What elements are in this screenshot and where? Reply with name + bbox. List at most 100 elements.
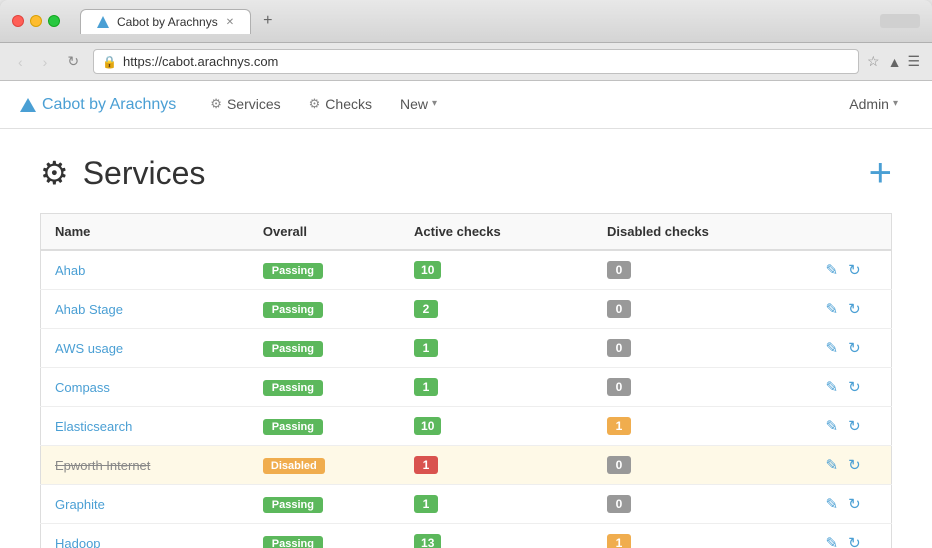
page-header: ⚙ Services + <box>40 153 892 193</box>
service-active-checks-cell: 1 <box>400 329 593 368</box>
edit-icon[interactable]: ✎ <box>826 417 839 435</box>
new-tab-button[interactable]: + <box>255 8 280 34</box>
disabled-checks-badge: 0 <box>607 456 631 474</box>
edit-icon[interactable]: ✎ <box>826 300 839 318</box>
nav-new[interactable]: New ▾ <box>386 82 451 128</box>
edit-icon[interactable]: ✎ <box>826 534 839 548</box>
service-link[interactable]: Graphite <box>55 497 105 512</box>
url-bar[interactable]: 🔒 https://cabot.arachnys.com <box>93 49 859 74</box>
edit-icon[interactable]: ✎ <box>826 456 839 474</box>
action-icons: ✎ ↻ <box>826 339 878 357</box>
edit-icon[interactable]: ✎ <box>826 339 839 357</box>
table-row: AhabPassing100 ✎ ↻ <box>41 250 892 290</box>
service-link[interactable]: Hadoop <box>55 536 101 548</box>
refresh-icon[interactable]: ↻ <box>848 378 861 396</box>
forward-button[interactable]: › <box>37 52 54 72</box>
app-content: Cabot by Arachnys ⚙ Services ⚙ Checks Ne… <box>0 81 932 548</box>
service-overall-cell: Passing <box>249 407 400 446</box>
table-row: Epworth InternetDisabled10 ✎ ↻ <box>41 446 892 485</box>
disabled-checks-badge: 0 <box>607 339 631 357</box>
tab-favicon <box>97 16 109 28</box>
service-name-cell: Compass <box>41 368 249 407</box>
service-disabled-checks-cell: 0 <box>593 290 812 329</box>
col-header-active-checks: Active checks <box>400 214 593 251</box>
service-disabled-checks-cell: 0 <box>593 446 812 485</box>
browser-nav-icons: ▲ ☰ <box>888 53 920 70</box>
service-link[interactable]: Compass <box>55 380 110 395</box>
bookmark-icon[interactable]: ☆ <box>867 53 880 70</box>
service-active-checks-cell: 1 <box>400 446 593 485</box>
service-overall-cell: Passing <box>249 368 400 407</box>
edit-icon[interactable]: ✎ <box>826 378 839 396</box>
admin-label: Admin <box>849 96 889 112</box>
refresh-button[interactable]: ↻ <box>61 51 85 72</box>
tab-bar: Cabot by Arachnys ✕ + <box>80 8 872 34</box>
active-checks-badge: 1 <box>414 339 438 357</box>
minimize-button[interactable] <box>30 15 42 27</box>
brand-triangle-icon <box>20 98 36 112</box>
service-actions-cell: ✎ ↻ <box>812 485 892 524</box>
back-button[interactable]: ‹ <box>12 52 29 72</box>
cabot-icon[interactable]: ▲ <box>888 54 902 70</box>
refresh-icon[interactable]: ↻ <box>848 495 861 513</box>
service-disabled-checks-cell: 0 <box>593 368 812 407</box>
window-controls <box>880 14 920 28</box>
edit-icon[interactable]: ✎ <box>826 261 839 279</box>
service-name-cell: Epworth Internet <box>41 446 249 485</box>
action-icons: ✎ ↻ <box>826 495 878 513</box>
admin-caret-icon: ▾ <box>893 98 898 109</box>
service-name-cell: Graphite <box>41 485 249 524</box>
service-link[interactable]: Ahab <box>55 263 85 278</box>
refresh-icon[interactable]: ↻ <box>848 417 861 435</box>
active-checks-badge: 1 <box>414 456 438 474</box>
service-link[interactable]: Elasticsearch <box>55 419 132 434</box>
maximize-button[interactable] <box>48 15 60 27</box>
service-active-checks-cell: 2 <box>400 290 593 329</box>
overall-badge: Passing <box>263 263 323 279</box>
page-title: Services <box>83 155 206 192</box>
service-active-checks-cell: 1 <box>400 368 593 407</box>
col-header-disabled-checks: Disabled checks <box>593 214 812 251</box>
service-name-cell: Elasticsearch <box>41 407 249 446</box>
action-icons: ✎ ↻ <box>826 417 878 435</box>
refresh-icon[interactable]: ↻ <box>848 300 861 318</box>
nav-services[interactable]: ⚙ Services <box>196 82 294 128</box>
top-nav: Cabot by Arachnys ⚙ Services ⚙ Checks Ne… <box>0 81 932 129</box>
overall-badge: Passing <box>263 302 323 318</box>
action-icons: ✎ ↻ <box>826 300 878 318</box>
new-label: New <box>400 96 428 112</box>
service-name-cell: Hadoop <box>41 524 249 548</box>
main-content: ⚙ Services + Name Overall Active checks … <box>0 129 932 548</box>
close-button[interactable] <box>12 15 24 27</box>
service-overall-cell: Passing <box>249 250 400 290</box>
disabled-checks-badge: 1 <box>607 534 631 548</box>
menu-icon[interactable]: ☰ <box>907 53 920 70</box>
active-checks-badge: 13 <box>414 534 441 548</box>
active-checks-badge: 1 <box>414 378 438 396</box>
nav-checks[interactable]: ⚙ Checks <box>295 82 386 128</box>
active-tab[interactable]: Cabot by Arachnys ✕ <box>80 9 251 34</box>
services-label: Services <box>227 96 281 112</box>
tab-close-icon[interactable]: ✕ <box>226 17 234 28</box>
overall-badge: Passing <box>263 380 323 396</box>
refresh-icon[interactable]: ↻ <box>848 456 861 474</box>
action-icons: ✎ ↻ <box>826 378 878 396</box>
refresh-icon[interactable]: ↻ <box>848 534 861 548</box>
table-row: AWS usagePassing10 ✎ ↻ <box>41 329 892 368</box>
nav-admin[interactable]: Admin ▾ <box>835 82 912 128</box>
table-row: Ahab Stage Passing 20 ✎ ↻ <box>41 290 892 329</box>
service-link[interactable]: AWS usage <box>55 341 123 356</box>
service-link[interactable]: Ahab Stage <box>55 302 123 317</box>
col-header-overall: Overall <box>249 214 400 251</box>
table-row: ElasticsearchPassing101 ✎ ↻ <box>41 407 892 446</box>
add-service-button[interactable]: + <box>869 153 892 193</box>
refresh-icon[interactable]: ↻ <box>848 261 861 279</box>
refresh-icon[interactable]: ↻ <box>848 339 861 357</box>
tab-label: Cabot by Arachnys <box>117 15 218 29</box>
brand[interactable]: Cabot by Arachnys <box>20 96 176 114</box>
services-table: Name Overall Active checks Disabled chec… <box>40 213 892 548</box>
edit-icon[interactable]: ✎ <box>826 495 839 513</box>
service-link[interactable]: Epworth Internet <box>55 458 150 473</box>
service-actions-cell: ✎ ↻ <box>812 446 892 485</box>
service-disabled-checks-cell: 0 <box>593 250 812 290</box>
